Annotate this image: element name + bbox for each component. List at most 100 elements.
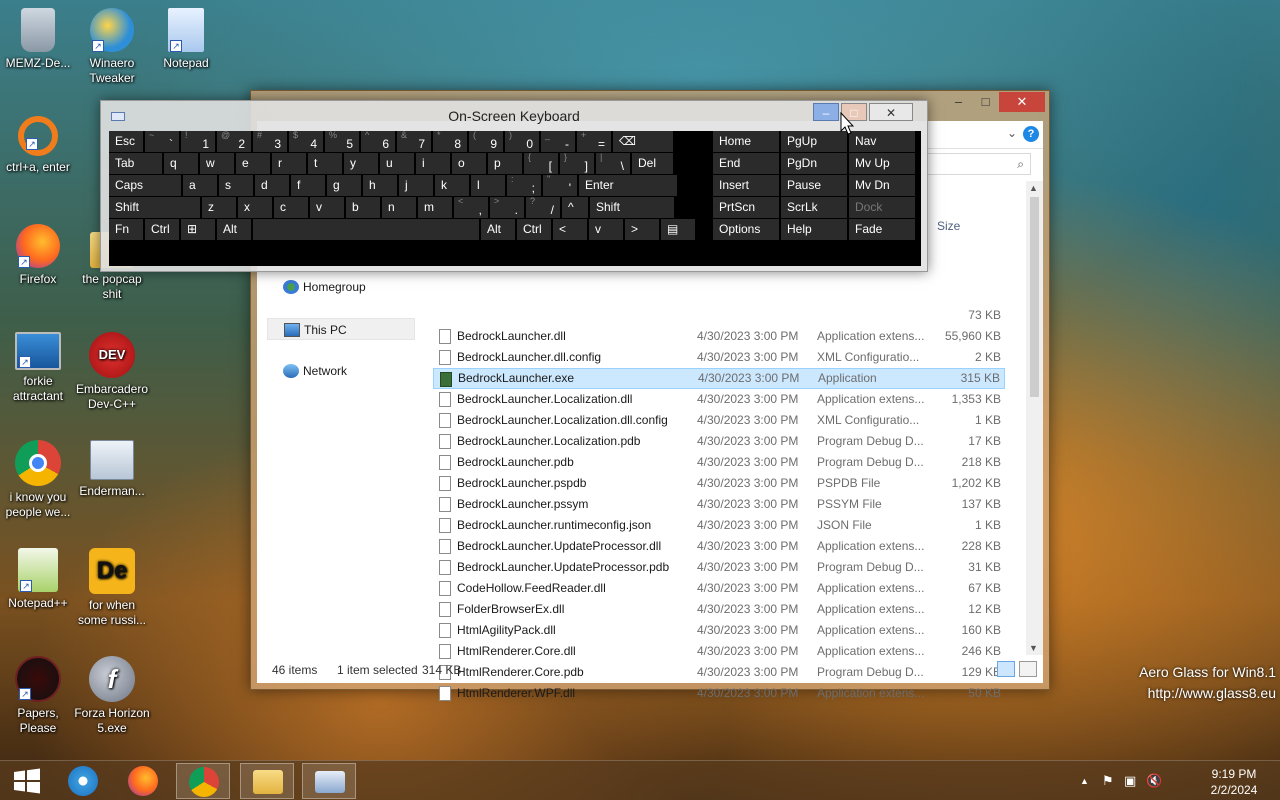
osk-key[interactable]: d	[255, 175, 289, 196]
osk-minimize-button[interactable]: –	[813, 103, 839, 121]
table-row[interactable]: BedrockLauncher.exe 4/30/2023 3:00 PM Appl…	[433, 368, 1005, 389]
help-icon[interactable]: ?	[1023, 126, 1039, 142]
osk-nav-key[interactable]: PgUp	[781, 131, 847, 152]
osk-key[interactable]: Tab	[109, 153, 162, 174]
osk-key[interactable]: }]	[560, 152, 594, 174]
taskbar-firefox[interactable]	[116, 763, 170, 799]
osk-key[interactable]: l	[471, 175, 505, 196]
desktop-icon-firefox[interactable]: ↗ Firefox	[0, 224, 76, 287]
osk-key[interactable]: Caps	[109, 175, 181, 196]
nav-item-this-pc[interactable]: This PC	[267, 318, 415, 340]
explorer-maximize-button[interactable]: □	[972, 92, 999, 112]
table-row[interactable]: BedrockLauncher.dll 4/30/2023 3:00 PM Appl…	[433, 326, 1005, 347]
osk-key[interactable]: + =	[577, 130, 611, 152]
osk-nav-key[interactable]: Pause	[781, 175, 847, 196]
osk-key[interactable]: k	[435, 175, 469, 196]
table-row[interactable]: BedrockLauncher.Localization.pdb 4/30/202…	[433, 431, 1005, 452]
search-input[interactable]: ⌕	[911, 153, 1031, 175]
osk-key[interactable]: <	[553, 219, 587, 240]
column-header-size[interactable]: Size	[937, 219, 960, 233]
osk-key[interactable]: m	[418, 197, 452, 218]
osk-key[interactable]: * 8	[433, 130, 467, 152]
osk-nav-key[interactable]: Nav	[849, 131, 915, 152]
scroll-up-icon[interactable]: ▲	[1029, 183, 1038, 193]
desktop-icon-chrome[interactable]: i know you people we...	[0, 440, 76, 520]
osk-key[interactable]: r	[272, 153, 306, 174]
osk-key[interactable]: Ctrl	[517, 219, 551, 240]
desktop-icon-notepadpp[interactable]: ↗ Notepad++	[0, 548, 76, 611]
osk-key[interactable]: & 7	[397, 130, 431, 152]
taskbar-ie[interactable]	[56, 763, 110, 799]
osk-key[interactable]: $4	[289, 130, 323, 152]
table-row[interactable]: BedrockLauncher.runtimeconfig.json 4/30/2…	[433, 515, 1005, 536]
osk-key[interactable]: Del	[632, 153, 673, 174]
table-row[interactable]: CodeHollow.FeedReader.dll 4/30/2023 3:00 …	[433, 578, 1005, 599]
osk-key[interactable]: ^	[562, 197, 588, 218]
osk-key[interactable]: (9	[469, 130, 503, 152]
osk-key[interactable]: % 5	[325, 130, 359, 152]
osk-nav-key[interactable]: ScrLk	[781, 197, 847, 218]
osk-key[interactable]: ⌫	[613, 131, 673, 152]
osk-key[interactable]: f	[291, 175, 325, 196]
osk-key[interactable]: z	[202, 197, 236, 218]
osk-key[interactable]: c	[274, 197, 308, 218]
desktop-icon-enderman[interactable]: Enderman...	[74, 440, 150, 499]
desktop-icon-forza[interactable]: f Forza Horizon 5.exe	[74, 656, 150, 736]
scroll-down-icon[interactable]: ▼	[1029, 643, 1038, 653]
osk-key[interactable]: ? /	[526, 196, 560, 218]
osk-key[interactable]: Alt	[217, 219, 251, 240]
volume-muted-icon[interactable]: 🔇	[1146, 773, 1162, 789]
osk-key[interactable]: a	[183, 175, 217, 196]
desktop-icon-memz[interactable]: MEMZ-De...	[0, 8, 76, 71]
osk-key[interactable]: w	[200, 153, 234, 174]
osk-key[interactable]: ^ 6	[361, 130, 395, 152]
osk-close-button[interactable]: ✕	[869, 103, 913, 121]
table-row[interactable]: BedrockLauncher.dll.config 4/30/2023 3:00…	[433, 347, 1005, 368]
table-row[interactable]: HtmlRenderer.WPF.dll 4/30/2023 3:00 PM App…	[433, 683, 1005, 704]
osk-nav-key[interactable]: Dock	[849, 197, 915, 218]
osk-key[interactable]: Alt	[481, 219, 515, 240]
desktop-icon-devcpp[interactable]: DEV Embarcadero Dev-C++	[74, 332, 150, 412]
table-row[interactable]: BedrockLauncher.Localization.dll 4/30/202…	[433, 389, 1005, 410]
osk-key[interactable]: ) 0	[505, 130, 539, 152]
osk-key[interactable]: Enter	[579, 175, 677, 196]
table-row[interactable]: BedrockLauncher.pssym 4/30/2023 3:00 PM PS…	[433, 494, 1005, 515]
osk-key[interactable]: v	[589, 219, 623, 240]
osk-key[interactable]: #3	[253, 130, 287, 152]
osk-nav-key[interactable]: Mv Up	[849, 153, 915, 174]
osk-nav-key[interactable]: Help	[781, 219, 847, 240]
osk-key[interactable]: v	[310, 197, 344, 218]
osk-key[interactable]: Shift	[109, 197, 200, 218]
osk-key[interactable]: q	[164, 153, 198, 174]
table-row[interactable]: BedrockLauncher.Localization.dll.config 4…	[433, 410, 1005, 431]
desktop-icon-ctrl-a[interactable]: ↗ ctrl+a, enter	[0, 116, 76, 175]
nav-item-network[interactable]: Network	[267, 360, 415, 382]
desktop-icon-winaero[interactable]: ↗ Winaero Tweaker	[74, 8, 150, 86]
osk-key[interactable]: >	[625, 219, 659, 240]
osk-key[interactable]: h	[363, 175, 397, 196]
osk-key[interactable]: @2	[217, 130, 251, 152]
osk-key[interactable]: o	[452, 153, 486, 174]
taskbar-file-explorer[interactable]	[240, 763, 294, 799]
table-row[interactable]: BedrockLauncher.pspdb 4/30/2023 3:00 PM PS…	[433, 473, 1005, 494]
osk-key[interactable]: g	[327, 175, 361, 196]
scroll-thumb[interactable]	[1030, 197, 1039, 397]
action-center-flag-icon[interactable]: ⚑	[1102, 773, 1114, 789]
osk-key[interactable]: s	[219, 175, 253, 196]
osk-key[interactable]: ▤	[661, 219, 695, 240]
start-button[interactable]	[0, 763, 54, 799]
table-row-partial[interactable]: 73 KB	[433, 305, 1005, 326]
osk-nav-key[interactable]: Options	[713, 219, 779, 240]
osk-key[interactable]: j	[399, 175, 433, 196]
osk-key[interactable]: i	[416, 153, 450, 174]
nav-item-homegroup[interactable]: Homegroup	[267, 276, 415, 298]
taskbar-osk[interactable]	[302, 763, 356, 799]
chevron-down-icon[interactable]: ⌄	[1007, 126, 1017, 140]
table-row[interactable]: HtmlAgilityPack.dll 4/30/2023 3:00 PM Appl…	[433, 620, 1005, 641]
osk-nav-key[interactable]: Insert	[713, 175, 779, 196]
osk-nav-key[interactable]: PgDn	[781, 153, 847, 174]
osk-key[interactable]: " '	[543, 174, 577, 196]
osk-key[interactable]: u	[380, 153, 414, 174]
table-row[interactable]: BedrockLauncher.UpdateProcessor.pdb 4/30/…	[433, 557, 1005, 578]
explorer-close-button[interactable]: ✕	[999, 92, 1045, 112]
